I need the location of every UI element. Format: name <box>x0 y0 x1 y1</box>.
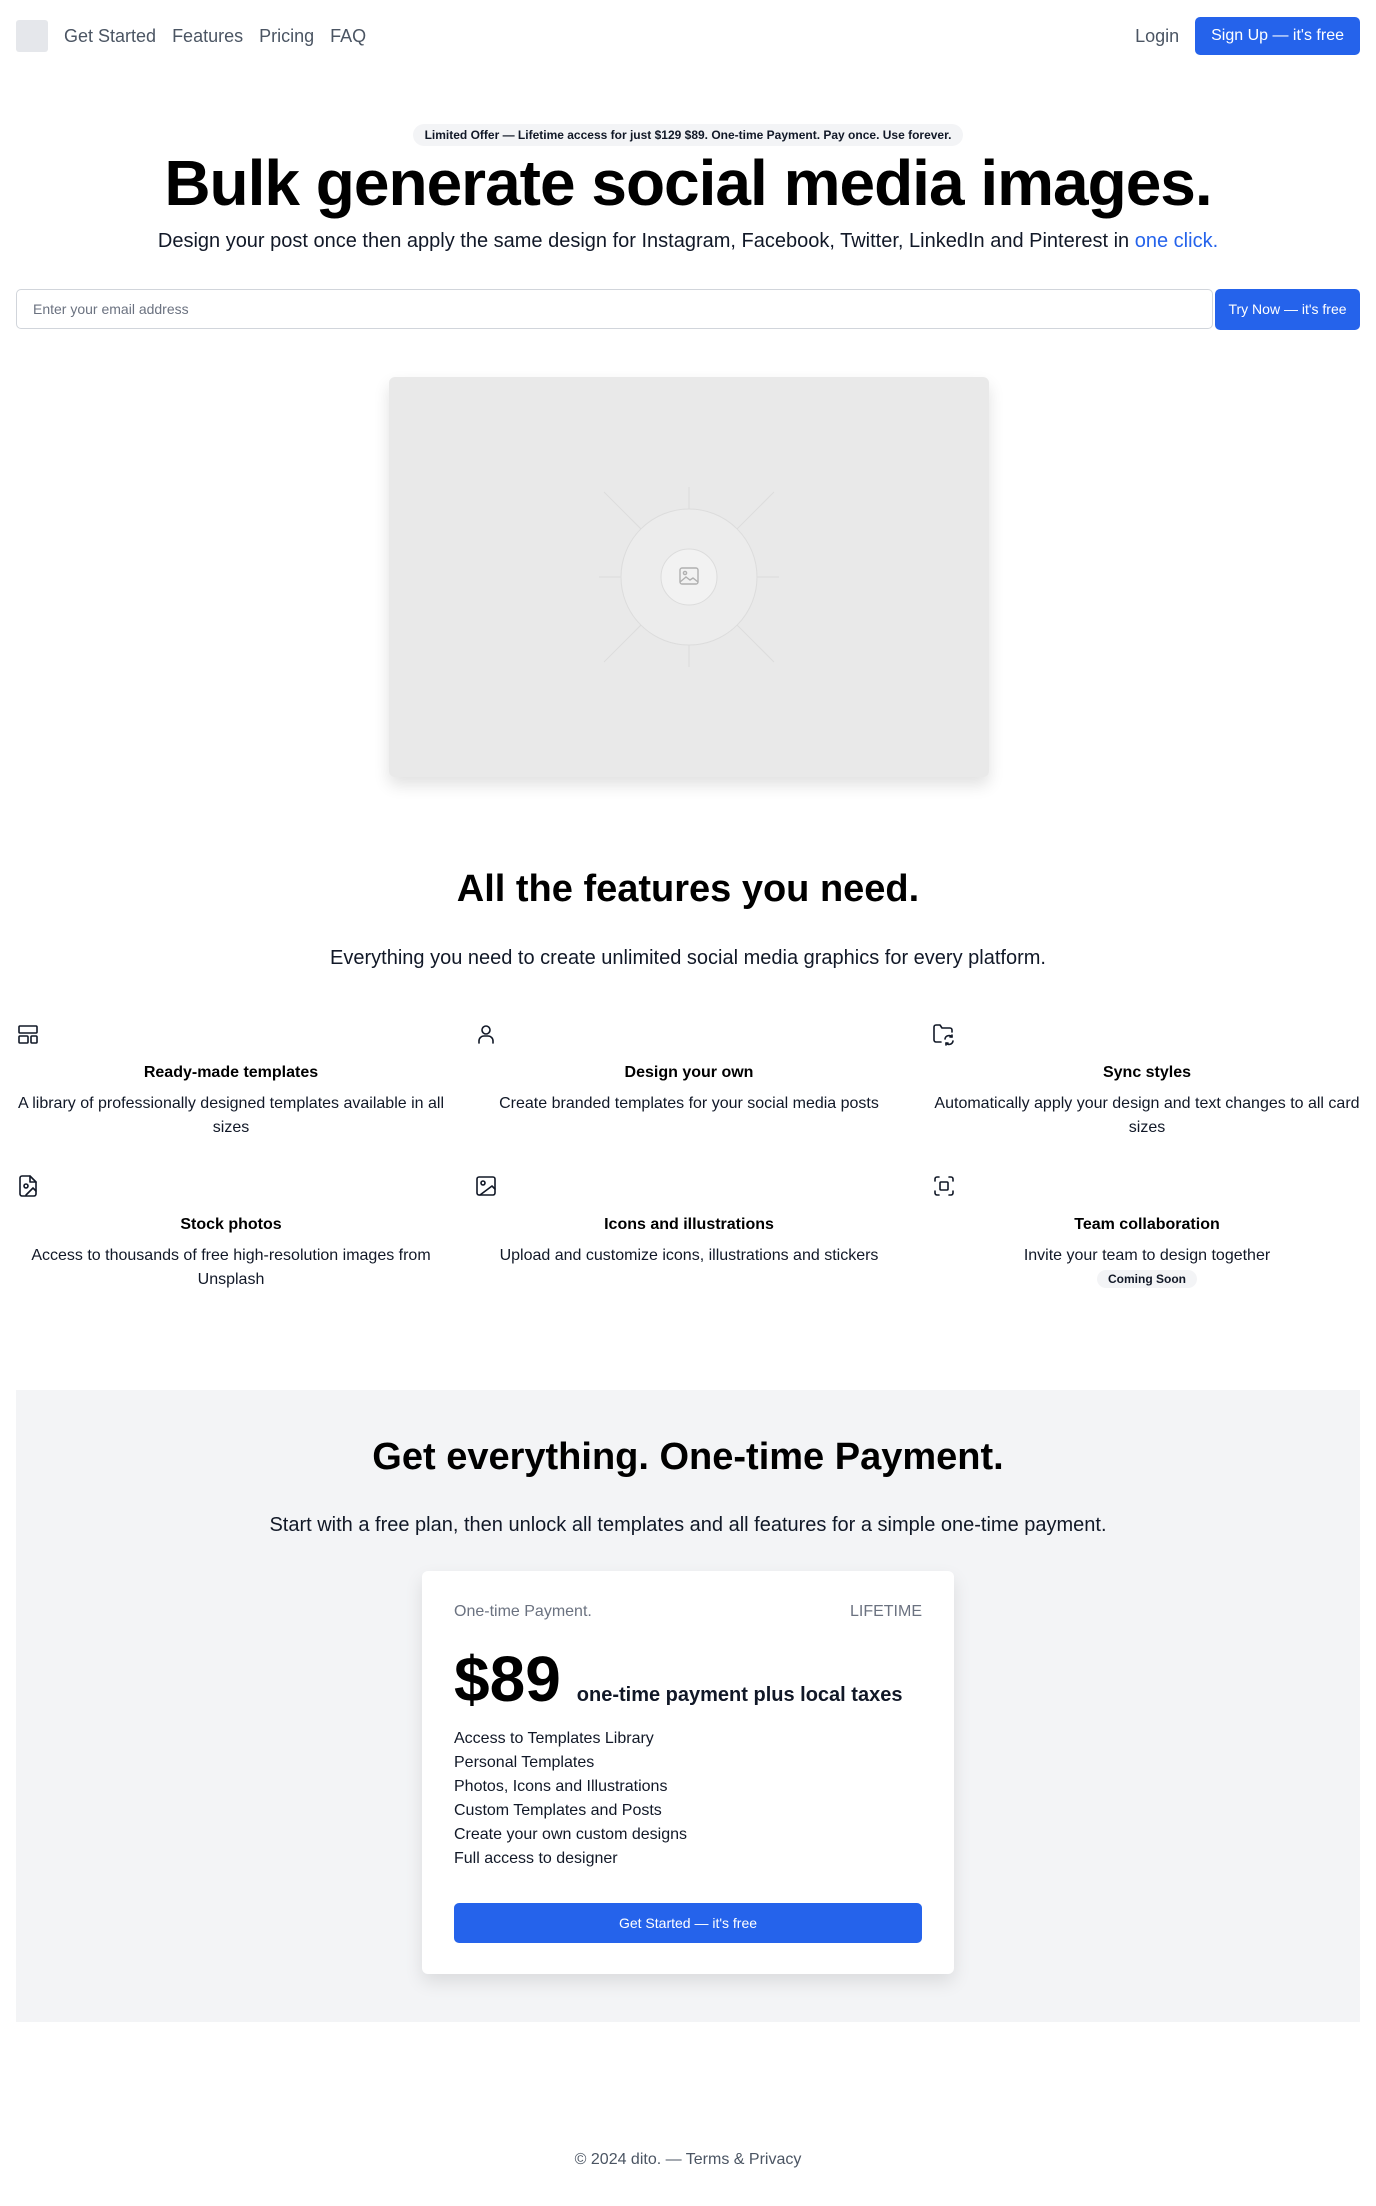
card-tag: LIFETIME <box>849 1603 922 1620</box>
feature-design-your-own: Design your own Create branded templates… <box>474 1022 904 1116</box>
image-icon <box>474 1174 498 1198</box>
footer-text: © 2024 dito. — Terms & Privacy <box>574 2151 802 2168</box>
list-item: Personal Templates <box>454 1754 595 1771</box>
nav-link-faq[interactable]: FAQ <box>330 26 366 47</box>
feature-text: Automatically apply your design and text… <box>934 1095 1360 1136</box>
nav-link-pricing[interactable]: Pricing <box>259 26 314 47</box>
nav-link-get-started[interactable]: Get Started <box>64 26 156 47</box>
list-item: Full access to designer <box>454 1850 618 1867</box>
file-image-icon <box>16 1174 40 1198</box>
feature-title: Icons and illustrations <box>604 1216 774 1233</box>
feature-title: Ready-made templates <box>143 1064 319 1081</box>
hero-subtitle-text: Design your post once then apply the sam… <box>157 230 1130 252</box>
coming-soon-badge: Coming Soon <box>1097 1270 1197 1288</box>
top-nav: Get Started Features Pricing FAQ Login S… <box>16 17 1360 55</box>
try-now-button[interactable]: Try Now — it's free <box>1215 289 1360 330</box>
login-link[interactable]: Login <box>1135 26 1179 47</box>
pricing-section: Get everything. One-time Payment. Start … <box>16 1390 1360 2022</box>
feature-ready-made-templates: Ready-made templates A library of profes… <box>16 1022 446 1140</box>
get-started-button[interactable]: Get Started — it's free <box>454 1903 922 1943</box>
user-icon <box>474 1022 498 1046</box>
signup-button[interactable]: Sign Up — it's free <box>1195 17 1360 55</box>
features-subtitle: Everything you need to create unlimited … <box>330 947 1046 969</box>
scan-icon <box>932 1174 956 1198</box>
list-item: Custom Templates and Posts <box>454 1802 662 1819</box>
layout-template-icon <box>16 1022 40 1046</box>
hero-subtitle: Design your post once then apply the sam… <box>0 230 1376 253</box>
feature-title: Sync styles <box>1102 1064 1192 1081</box>
feature-text: Create branded templates for your social… <box>499 1095 879 1112</box>
list-item: Photos, Icons and Illustrations <box>454 1778 668 1795</box>
pricing-subtitle: Start with a free plan, then unlock all … <box>269 1514 1107 1536</box>
feature-title: Stock photos <box>180 1216 282 1233</box>
card-label: One-time Payment. <box>454 1603 592 1620</box>
image-placeholder-graphic <box>599 487 779 667</box>
pricing-title: Get everything. One-time Payment. <box>372 1436 1004 1478</box>
list-item: Access to Templates Library <box>454 1730 654 1747</box>
feature-title: Team collaboration <box>1074 1216 1220 1233</box>
price-amount: $89 <box>454 1643 561 1715</box>
logo[interactable] <box>16 20 48 52</box>
hero-title: Bulk generate social media images. <box>164 147 1212 219</box>
feature-title: Design your own <box>624 1064 754 1081</box>
one-click-link[interactable]: one click. <box>1135 230 1218 252</box>
features-title: All the features you need. <box>456 868 920 910</box>
pricing-card: One-time Payment. LIFETIME $89 one-time … <box>422 1571 954 1974</box>
email-input[interactable] <box>16 289 1213 329</box>
hero-image-placeholder <box>389 377 989 777</box>
nav-link-features[interactable]: Features <box>172 26 243 47</box>
feature-stock-photos: Stock photos Access to thousands of free… <box>16 1174 446 1292</box>
price-note: one-time payment plus local taxes <box>576 1684 903 1706</box>
list-item: Create your own custom designs <box>454 1826 687 1843</box>
feature-text: Access to thousands of free high-resolut… <box>31 1247 431 1288</box>
feature-text: Invite your team to design together <box>1023 1247 1271 1264</box>
feature-text: Upload and customize icons, illustration… <box>499 1247 879 1264</box>
signup-form: Try Now — it's free <box>16 289 1360 330</box>
feature-sync-styles: Sync styles Automatically apply your des… <box>932 1022 1362 1140</box>
feature-icons-illustrations: Icons and illustrations Upload and custo… <box>474 1174 904 1268</box>
plan-feature-list: Access to Templates Library Personal Tem… <box>454 1727 922 1871</box>
offer-badge: Limited Offer — Lifetime access for just… <box>412 124 964 146</box>
folder-sync-icon <box>932 1022 956 1046</box>
feature-text: A library of professionally designed tem… <box>17 1095 444 1136</box>
feature-team-collaboration: Team collaboration Invite your team to d… <box>932 1174 1362 1288</box>
